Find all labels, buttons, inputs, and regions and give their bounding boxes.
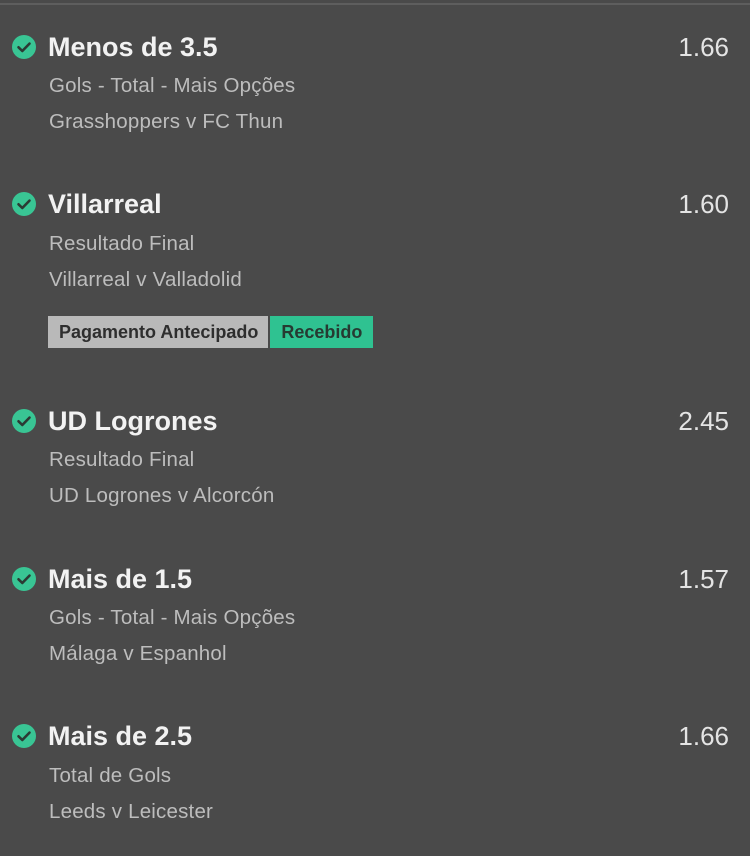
early-payout-badges: Pagamento Antecipado Recebido [48, 316, 374, 348]
market-name: Gols - Total - Mais Opções [49, 606, 296, 629]
selection-name: Mais de 1.5 [48, 564, 193, 594]
check-circle-icon [12, 192, 36, 216]
top-divider [0, 3, 750, 5]
selection-odds: 1.60 [678, 189, 729, 219]
selection-odds: 2.45 [678, 406, 729, 436]
event-name: Leeds v Leicester [49, 800, 214, 823]
selection-odds: 1.66 [678, 721, 729, 751]
received-badge: Recebido [270, 316, 374, 348]
selection-name: Villarreal [48, 189, 162, 219]
check-circle-icon [12, 409, 36, 433]
selection-name: UD Logrones [48, 406, 218, 436]
event-name: Málaga v Espanhol [49, 642, 227, 665]
event-name: Grasshoppers v FC Thun [49, 110, 284, 133]
selection-odds: 1.66 [678, 32, 729, 62]
market-name: Gols - Total - Mais Opções [49, 74, 296, 97]
check-circle-icon [12, 724, 36, 748]
event-name: Villarreal v Valladolid [49, 268, 242, 291]
market-name: Resultado Final [49, 448, 195, 471]
selection-name: Menos de 3.5 [48, 32, 218, 62]
selection-odds: 1.57 [678, 564, 729, 594]
check-circle-icon [12, 35, 36, 59]
selection-name: Mais de 2.5 [48, 721, 193, 751]
event-name: UD Logrones v Alcorcón [49, 484, 275, 507]
early-payout-badge: Pagamento Antecipado [48, 316, 269, 348]
market-name: Resultado Final [49, 232, 195, 255]
market-name: Total de Gols [49, 764, 172, 787]
check-circle-icon [12, 567, 36, 591]
